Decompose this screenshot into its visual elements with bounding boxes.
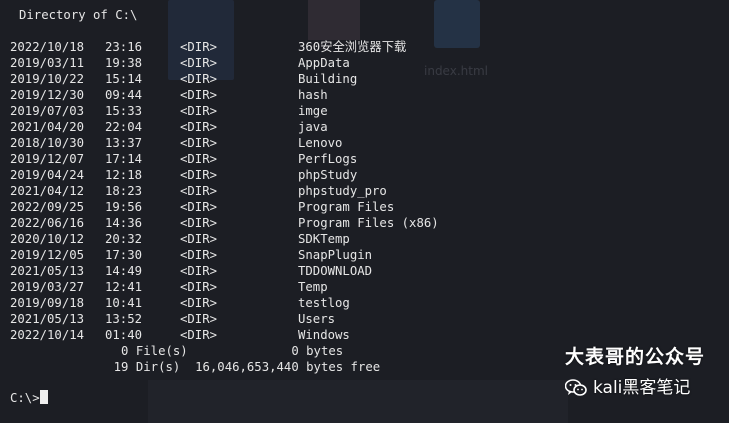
- entry-time: 12:41: [105, 280, 143, 294]
- watermark-subtitle: kali黑客笔记: [592, 378, 691, 398]
- entry-name: imge: [298, 104, 328, 118]
- entry-date: 2021/04/20: [10, 120, 85, 134]
- entry-time: 13:52: [105, 312, 143, 326]
- entry-name: 360安全浏览器下载: [298, 40, 407, 54]
- entry-time: 18:23: [105, 184, 143, 198]
- entry-name: TDDOWNLOAD: [298, 264, 373, 278]
- entry-time: 19:38: [105, 56, 143, 70]
- entry-dir-tag: <DIR>: [180, 184, 218, 198]
- entry-time: 20:32: [105, 232, 143, 246]
- entry-name: Users: [298, 312, 336, 326]
- entry-name: Program Files: [298, 200, 395, 214]
- entry-time: 13:37: [105, 136, 143, 150]
- watermark: 大表哥的公众号 kali黑客笔记: [564, 345, 705, 399]
- entry-time: 01:40: [105, 328, 143, 342]
- entry-time: 14:49: [105, 264, 143, 278]
- wechat-icon: [564, 379, 587, 397]
- entry-date: 2022/09/25: [10, 200, 85, 214]
- entry-date: 2019/07/03: [10, 104, 85, 118]
- entry-time: 10:41: [105, 296, 143, 310]
- entry-dir-tag: <DIR>: [180, 248, 218, 262]
- entry-dir-tag: <DIR>: [180, 56, 218, 70]
- entry-dir-tag: <DIR>: [180, 312, 218, 326]
- entry-date: 2019/12/05: [10, 248, 85, 262]
- entry-name: Windows: [298, 328, 350, 342]
- watermark-title: 大表哥的公众号: [564, 346, 705, 368]
- command-prompt[interactable]: C:\>: [10, 390, 48, 406]
- entry-dir-tag: <DIR>: [180, 120, 218, 134]
- entry-dir-tag: <DIR>: [180, 152, 218, 166]
- text-cursor: [39, 390, 48, 404]
- entry-name: Building: [298, 72, 358, 86]
- entry-time: 17:30: [105, 248, 143, 262]
- entry-date: 2019/03/27: [10, 280, 85, 294]
- entry-time: 15:33: [105, 104, 143, 118]
- prompt-text: C:\>: [10, 391, 40, 405]
- entry-dir-tag: <DIR>: [180, 232, 218, 246]
- entry-name: PerfLogs: [298, 152, 358, 166]
- entry-dir-tag: <DIR>: [180, 136, 218, 150]
- entry-date: 2019/10/22: [10, 72, 85, 86]
- entry-name: testlog: [298, 296, 350, 310]
- entry-date: 2022/10/14: [10, 328, 85, 342]
- watermark-subtitle-row: kali黑客笔记: [564, 377, 705, 399]
- summary-files: 0 File(s) 0 bytes: [10, 344, 344, 358]
- entry-date: 2020/10/12: [10, 232, 85, 246]
- entry-date: 2022/10/18: [10, 40, 85, 54]
- terminal-window[interactable]: index.html Directory of C:\ 2022/10/18 23…: [0, 0, 729, 423]
- entry-date: 2022/06/16: [10, 216, 85, 230]
- entry-dir-tag: <DIR>: [180, 200, 218, 214]
- entry-time: 12:18: [105, 168, 143, 182]
- entry-dir-tag: <DIR>: [180, 280, 218, 294]
- entry-date: 2019/03/11: [10, 56, 85, 70]
- entry-dir-tag: <DIR>: [180, 328, 218, 342]
- entry-dir-tag: <DIR>: [180, 168, 218, 182]
- entry-time: 15:14: [105, 72, 143, 86]
- entry-time: 09:44: [105, 88, 143, 102]
- entry-date: 2018/10/30: [10, 136, 85, 150]
- summary-dirs: 19 Dir(s) 16,046,653,440 bytes free: [10, 360, 381, 374]
- entry-dir-tag: <DIR>: [180, 40, 218, 54]
- entry-name: Temp: [298, 280, 328, 294]
- entry-name: java: [298, 120, 328, 134]
- entry-name: AppData: [298, 56, 350, 70]
- entry-name: hash: [298, 88, 328, 102]
- entry-dir-tag: <DIR>: [180, 216, 218, 230]
- entry-time: 23:16: [105, 40, 143, 54]
- entry-name: SnapPlugin: [298, 248, 373, 262]
- entry-name: phpstudy_pro: [298, 184, 387, 198]
- entry-date: 2019/04/24: [10, 168, 85, 182]
- entry-time: 19:56: [105, 200, 143, 214]
- entry-date: 2019/12/30: [10, 88, 85, 102]
- entry-time: 22:04: [105, 120, 143, 134]
- entry-name: Program Files (x86): [298, 216, 439, 230]
- entry-dir-tag: <DIR>: [180, 296, 218, 310]
- entry-date: 2021/05/13: [10, 264, 85, 278]
- entry-dir-tag: <DIR>: [180, 104, 218, 118]
- entry-time: 14:36: [105, 216, 143, 230]
- entry-dir-tag: <DIR>: [180, 72, 218, 86]
- entry-date: 2021/05/13: [10, 312, 85, 326]
- entry-name: Lenovo: [298, 136, 343, 150]
- entry-dir-tag: <DIR>: [180, 264, 218, 278]
- entry-name: phpStudy: [298, 168, 358, 182]
- entry-dir-tag: <DIR>: [180, 88, 218, 102]
- entry-name: SDKTemp: [298, 232, 350, 246]
- entry-date: 2019/12/07: [10, 152, 85, 166]
- entry-date: 2019/09/18: [10, 296, 85, 310]
- entry-date: 2021/04/12: [10, 184, 85, 198]
- directory-header: Directory of C:\: [19, 8, 138, 22]
- entry-time: 17:14: [105, 152, 143, 166]
